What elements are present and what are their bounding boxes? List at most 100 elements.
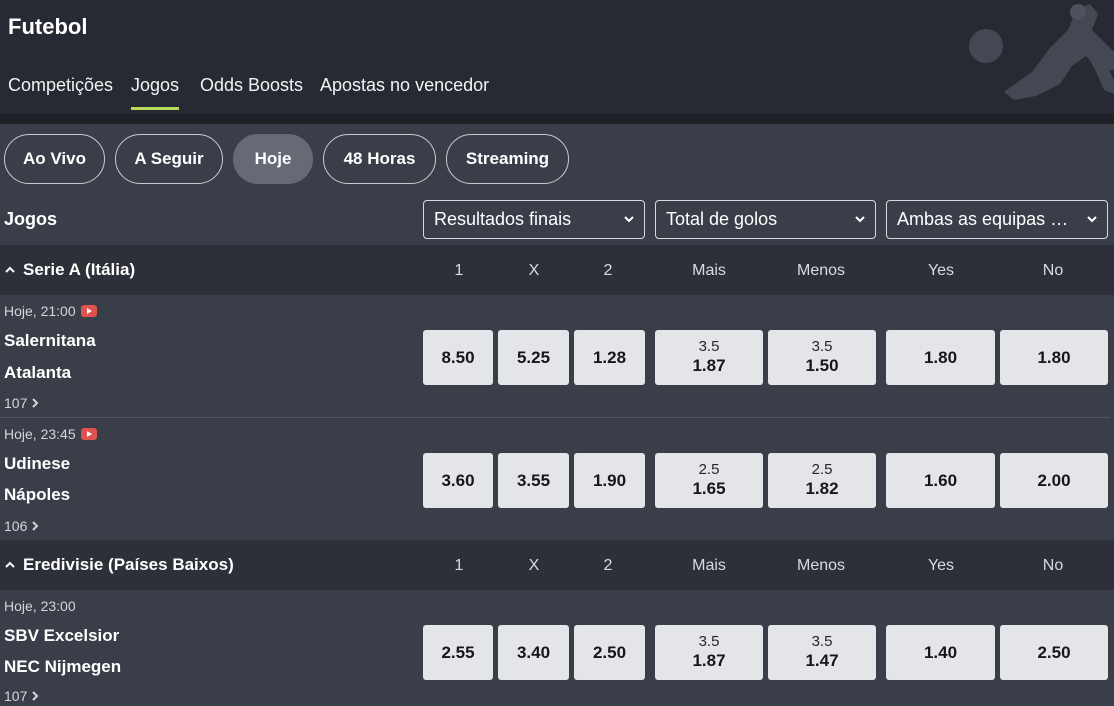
odd-value: 1.47 <box>805 651 839 670</box>
odd-over-button[interactable]: 3.5 1.87 <box>655 625 763 680</box>
league-header-eredivisie[interactable]: Eredivisie (Países Baixos) 1 X 2 Mais Me… <box>0 540 1114 590</box>
market-select-total-golos[interactable]: Total de golos <box>655 200 876 239</box>
odd-value: 1.40 <box>923 643 958 662</box>
odd-under-button[interactable]: 3.5 1.47 <box>768 625 876 680</box>
market-select-value: Ambas as equipas marcam <box>897 209 1107 229</box>
odd-yes-button[interactable]: 1.60 <box>886 453 995 508</box>
odd-no-button[interactable]: 2.00 <box>1000 453 1108 508</box>
odd-value: 2.00 <box>1037 471 1071 490</box>
filter-streaming[interactable]: Streaming <box>446 134 569 184</box>
more-markets-count: 107 <box>4 688 28 704</box>
odd-over-button[interactable]: 2.5 1.65 <box>655 453 763 508</box>
odd-no-button[interactable]: 2.50 <box>1000 625 1108 680</box>
tab-odds-boosts[interactable]: Odds Boosts <box>200 70 303 110</box>
odd-under-button[interactable]: 2.5 1.82 <box>768 453 876 508</box>
market-select-value: Resultados finais <box>434 209 572 229</box>
match-time-text: Hoje, 21:00 <box>4 303 76 319</box>
tab-apostas-vencedor[interactable]: Apostas no vencedor <box>320 70 489 110</box>
odd-no-button[interactable]: 1.80 <box>1000 330 1108 385</box>
more-markets-link[interactable]: 107 <box>4 688 39 704</box>
col-header-no: No <box>1042 262 1064 279</box>
more-markets-count: 106 <box>4 518 28 534</box>
match-time: Hoje, 23:45 <box>4 426 97 442</box>
match-time: Hoje, 23:00 <box>4 598 76 614</box>
match-row: Hoje, 21:00 Salernitana Atalanta 107 8.5… <box>0 295 1114 418</box>
odd-yes-button[interactable]: 1.80 <box>886 330 995 385</box>
odd-value: 1.87 <box>692 356 726 375</box>
chevron-down-icon <box>855 216 865 223</box>
away-team[interactable]: Nápoles <box>4 485 70 505</box>
odd-over-button[interactable]: 3.5 1.87 <box>655 330 763 385</box>
tab-competicoes[interactable]: Competições <box>8 70 113 110</box>
col-header-1: 1 <box>454 262 464 279</box>
filter-ao-vivo[interactable]: Ao Vivo <box>4 134 105 184</box>
chevron-right-icon <box>32 691 39 701</box>
col-header-menos: Menos <box>796 262 846 279</box>
match-row: Hoje, 23:00 SBV Excelsior NEC Nijmegen 1… <box>0 590 1114 706</box>
market-select-value: Total de golos <box>666 209 778 229</box>
odd-home-button[interactable]: 3.60 <box>423 453 493 508</box>
home-team[interactable]: Udinese <box>4 454 70 474</box>
match-time-text: Hoje, 23:00 <box>4 598 76 614</box>
odd-line: 3.5 <box>811 633 833 650</box>
odd-line: 3.5 <box>811 338 833 355</box>
chevron-right-icon <box>32 521 39 531</box>
odd-home-button[interactable]: 8.50 <box>423 330 493 385</box>
col-header-2: 2 <box>603 557 613 574</box>
more-markets-link[interactable]: 106 <box>4 518 39 534</box>
odd-yes-button[interactable]: 1.40 <box>886 625 995 680</box>
market-select-ambas-marcam[interactable]: Ambas as equipas marcam <box>886 200 1108 239</box>
chevron-down-icon <box>1087 216 1097 223</box>
odd-value: 1.80 <box>1037 348 1071 367</box>
games-heading: Jogos <box>4 209 58 229</box>
odd-value: 1.60 <box>923 471 958 490</box>
header-divider <box>0 114 1114 124</box>
odd-draw-button[interactable]: 3.40 <box>498 625 569 680</box>
odd-value: 2.55 <box>441 643 475 662</box>
odd-draw-button[interactable]: 5.25 <box>498 330 569 385</box>
chevron-up-icon[interactable] <box>4 559 16 571</box>
filter-a-seguir[interactable]: A Seguir <box>115 134 223 184</box>
tab-jogos[interactable]: Jogos <box>131 70 180 110</box>
odd-away-button[interactable]: 2.50 <box>574 625 645 680</box>
odd-under-button[interactable]: 3.5 1.50 <box>768 330 876 385</box>
more-markets-link[interactable]: 107 <box>4 395 39 411</box>
odd-home-button[interactable]: 2.55 <box>423 625 493 680</box>
league-name: Serie A (Itália) <box>23 260 136 279</box>
odd-value: 2.50 <box>592 643 627 662</box>
page-title: Futebol <box>8 14 88 39</box>
odd-away-button[interactable]: 1.28 <box>574 330 645 385</box>
market-select-resultados[interactable]: Resultados finais <box>423 200 645 239</box>
col-header-mais: Mais <box>692 557 726 574</box>
match-time-text: Hoje, 23:45 <box>4 426 76 442</box>
match-row: Hoje, 23:45 Udinese Nápoles 106 3.60 3.5… <box>0 418 1114 541</box>
odd-line: 2.5 <box>811 461 833 478</box>
filter-hoje[interactable]: Hoje <box>233 134 313 184</box>
odd-value: 1.65 <box>692 479 726 498</box>
odd-value: 3.40 <box>516 643 551 662</box>
odd-value: 1.50 <box>805 356 839 375</box>
odd-draw-button[interactable]: 3.55 <box>498 453 569 508</box>
chevron-up-icon[interactable] <box>4 264 16 276</box>
away-team[interactable]: NEC Nijmegen <box>4 657 121 677</box>
football-player-illustration <box>969 4 1114 100</box>
odd-line: 2.5 <box>698 461 720 478</box>
league-header-serie-a[interactable]: Serie A (Itália) 1 X 2 Mais Menos Yes No <box>0 245 1114 295</box>
home-team[interactable]: Salernitana <box>4 331 96 351</box>
col-header-mais: Mais <box>692 262 726 279</box>
col-header-no: No <box>1042 557 1064 574</box>
odd-value: 8.50 <box>441 348 475 367</box>
col-header-menos: Menos <box>796 557 846 574</box>
match-time: Hoje, 21:00 <box>4 303 97 319</box>
filter-48-horas[interactable]: 48 Horas <box>323 134 436 184</box>
odd-value: 3.55 <box>516 471 551 490</box>
tv-stream-icon <box>80 428 97 440</box>
odd-value: 1.87 <box>692 651 726 670</box>
away-team[interactable]: Atalanta <box>4 363 71 383</box>
home-team[interactable]: SBV Excelsior <box>4 626 119 646</box>
more-markets-count: 107 <box>4 395 28 411</box>
tv-stream-icon <box>80 305 97 317</box>
col-header-x: X <box>528 557 540 574</box>
col-header-yes: Yes <box>927 262 955 279</box>
odd-away-button[interactable]: 1.90 <box>574 453 645 508</box>
